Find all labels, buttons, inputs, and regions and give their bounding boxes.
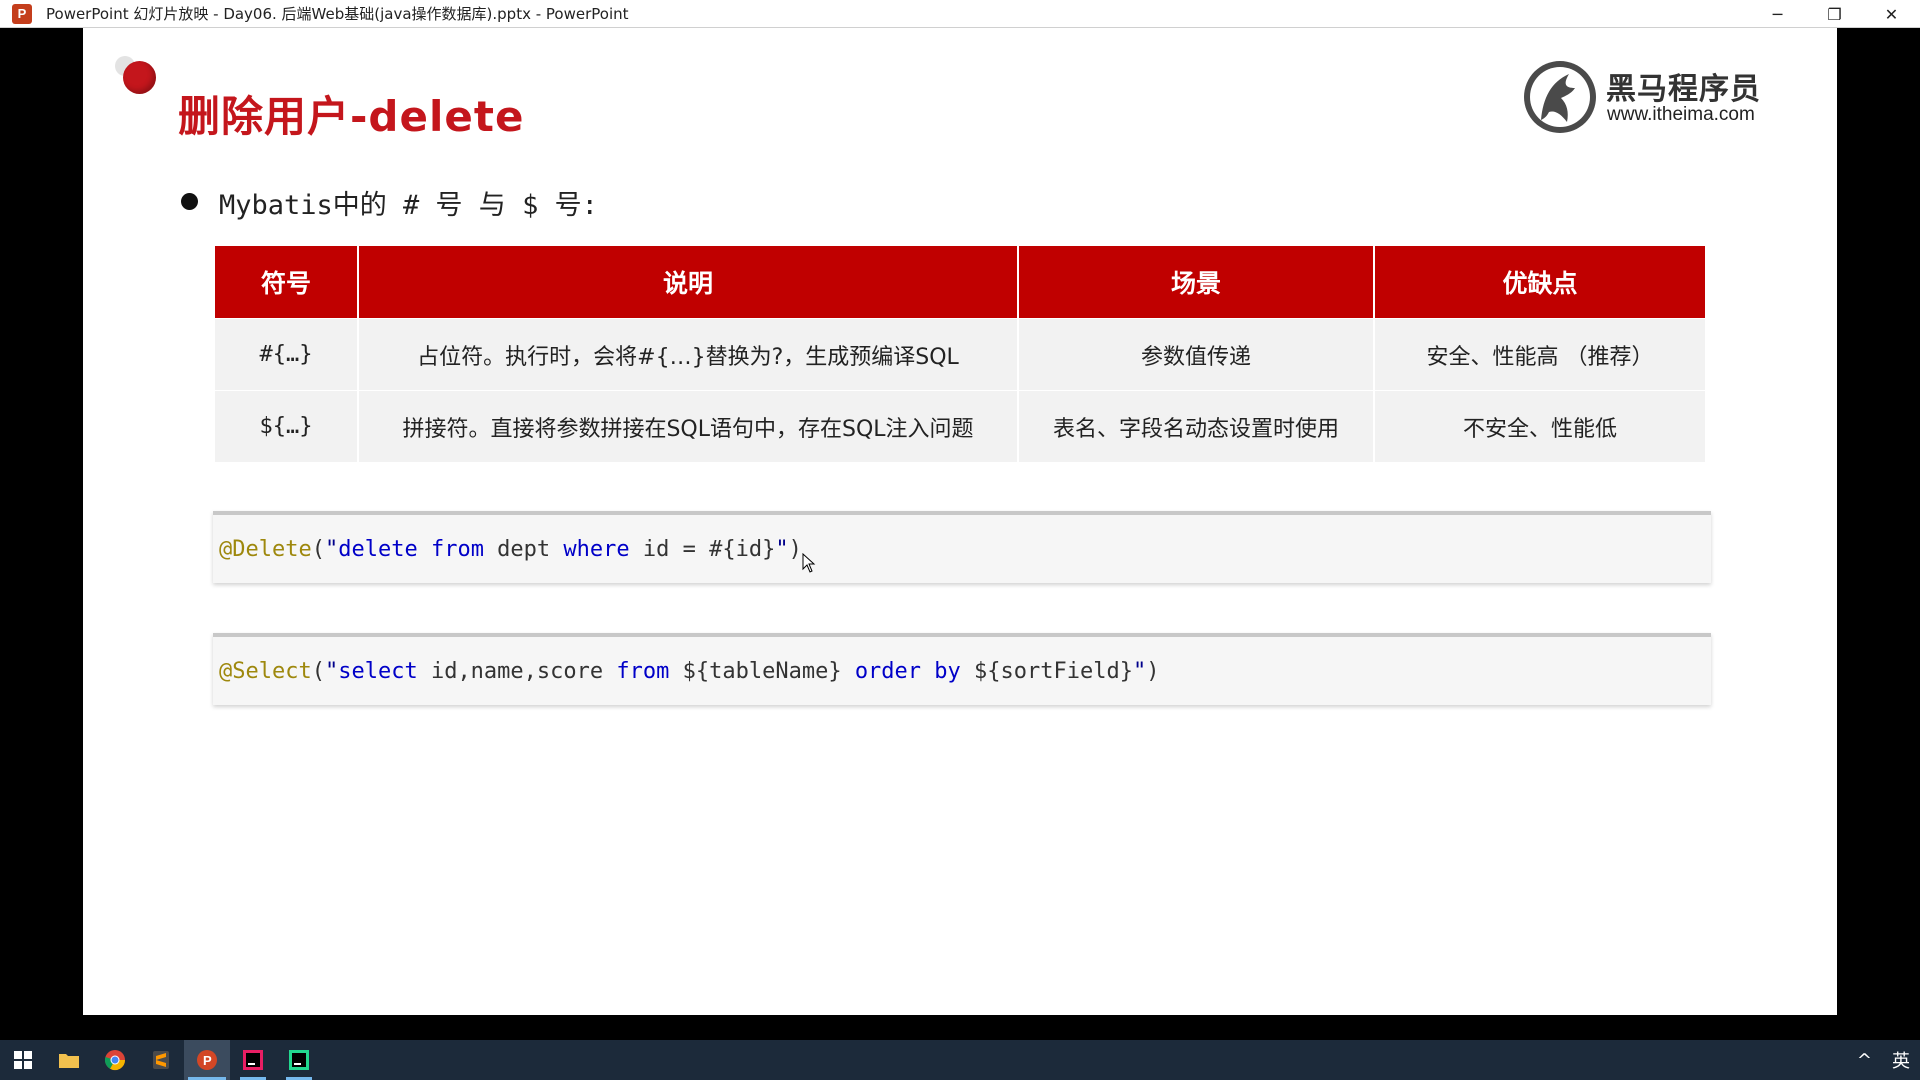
code-identifier: ${tableName} [669,658,855,684]
code-annotation: @Delete [219,536,312,562]
table-row: ${…} 拼接符。直接将参数拼接在SQL语句中，存在SQL注入问题 表名、字段名… [215,390,1705,462]
code-keyword: where [563,536,630,562]
powerpoint-app-icon: P [12,3,32,24]
table-cell: 不安全、性能低 [1375,390,1705,462]
code-quote: " [1132,658,1147,684]
table-header-cell: 场景 [1019,246,1373,318]
window-title-bar: P PowerPoint 幻灯片放映 - Day06. 后端Web基础(java… [0,0,1920,28]
code-keyword: delete [338,536,418,562]
code-identifier: ${sortField} [960,658,1133,684]
code-punct: ( [311,536,325,562]
horse-logo-icon [1524,61,1596,133]
table-cell: 安全、性能高 （推荐） [1375,318,1705,390]
start-button[interactable] [0,1040,46,1080]
code-snippet-select: @Select(" select id,name,score from ${tab… [213,633,1711,705]
code-punct: ) [788,536,802,562]
code-snippet-delete: @Delete(" delete from dept where id = #{i… [213,511,1711,583]
table-header-cell: 优缺点 [1375,246,1705,318]
code-punct: ) [1146,658,1160,684]
close-button[interactable]: ✕ [1863,0,1920,28]
table-cell: 占位符。执行时，会将#{…}替换为?，生成预编译SQL [359,318,1017,390]
code-punct: ( [311,658,325,684]
table-cell: 表名、字段名动态设置时使用 [1019,390,1373,462]
logo-url: www.itheima.com [1607,104,1755,125]
file-explorer-taskbar-icon[interactable] [46,1040,92,1080]
window-title: PowerPoint 幻灯片放映 - Day06. 后端Web基础(java操作… [46,5,629,23]
code-keyword: from [430,536,484,562]
slide-title: 删除用户-delete [178,92,525,141]
intellij-taskbar-icon[interactable] [230,1040,276,1080]
slideshow-stage[interactable]: 删除用户-delete 黑马程序员 www.itheima.com Mybati… [0,28,1920,1074]
itheima-logo: 黑马程序员 www.itheima.com [1521,58,1771,138]
code-annotation: @Select [219,658,312,684]
table-cell: 参数值传递 [1019,318,1373,390]
chrome-taskbar-icon[interactable] [92,1040,138,1080]
table-cell: 拼接符。直接将参数拼接在SQL语句中，存在SQL注入问题 [359,390,1017,462]
datagrip-taskbar-icon[interactable] [276,1040,322,1080]
code-identifier: dept [483,536,564,562]
bullet-text: Mybatis中的 # 号 与 $ 号: [219,190,598,221]
code-quote: " [324,536,339,562]
code-identifier: id,name,score [417,658,617,684]
code-keyword: from [616,658,670,684]
code-quote: " [775,536,789,562]
mouse-cursor-icon [802,553,816,573]
taskbar: P ^ 英 [0,1040,1920,1080]
powerpoint-taskbar-icon[interactable]: P [184,1040,230,1080]
bullet-icon [181,193,198,210]
slide[interactable]: 删除用户-delete 黑马程序员 www.itheima.com Mybati… [83,28,1837,1015]
comparison-table: 符号 说明 场景 优缺点 #{…} 占位符。执行时，会将#{…}替换为?，生成预… [213,246,1707,462]
system-tray: ^ 英 [1857,1040,1910,1080]
logo-brand-name: 黑马程序员 [1606,72,1761,107]
windows-logo-icon [14,1051,32,1069]
decorative-red-dot [123,61,156,94]
window-controls: ─ ❐ ✕ [1749,0,1920,28]
code-identifier: id = #{id} [629,536,776,562]
table-header-row: 符号 说明 场景 优缺点 [215,246,1705,318]
minimize-button[interactable]: ─ [1749,0,1806,28]
code-keyword: select [338,658,418,684]
table-cell: ${…} [215,390,357,462]
code-keyword: order by [854,658,961,684]
restore-button[interactable]: ❐ [1806,0,1863,28]
code-quote: " [324,658,339,684]
input-method-indicator[interactable]: 英 [1892,1047,1910,1073]
svg-text:P: P [203,1053,212,1068]
table-row: #{…} 占位符。执行时，会将#{…}替换为?，生成预编译SQL 参数值传递 安… [215,318,1705,390]
table-header-cell: 说明 [359,246,1017,318]
sublime-taskbar-icon[interactable] [138,1040,184,1080]
table-cell: #{…} [215,318,357,390]
tray-expand-icon[interactable]: ^ [1857,1050,1872,1071]
table-header-cell: 符号 [215,246,357,318]
